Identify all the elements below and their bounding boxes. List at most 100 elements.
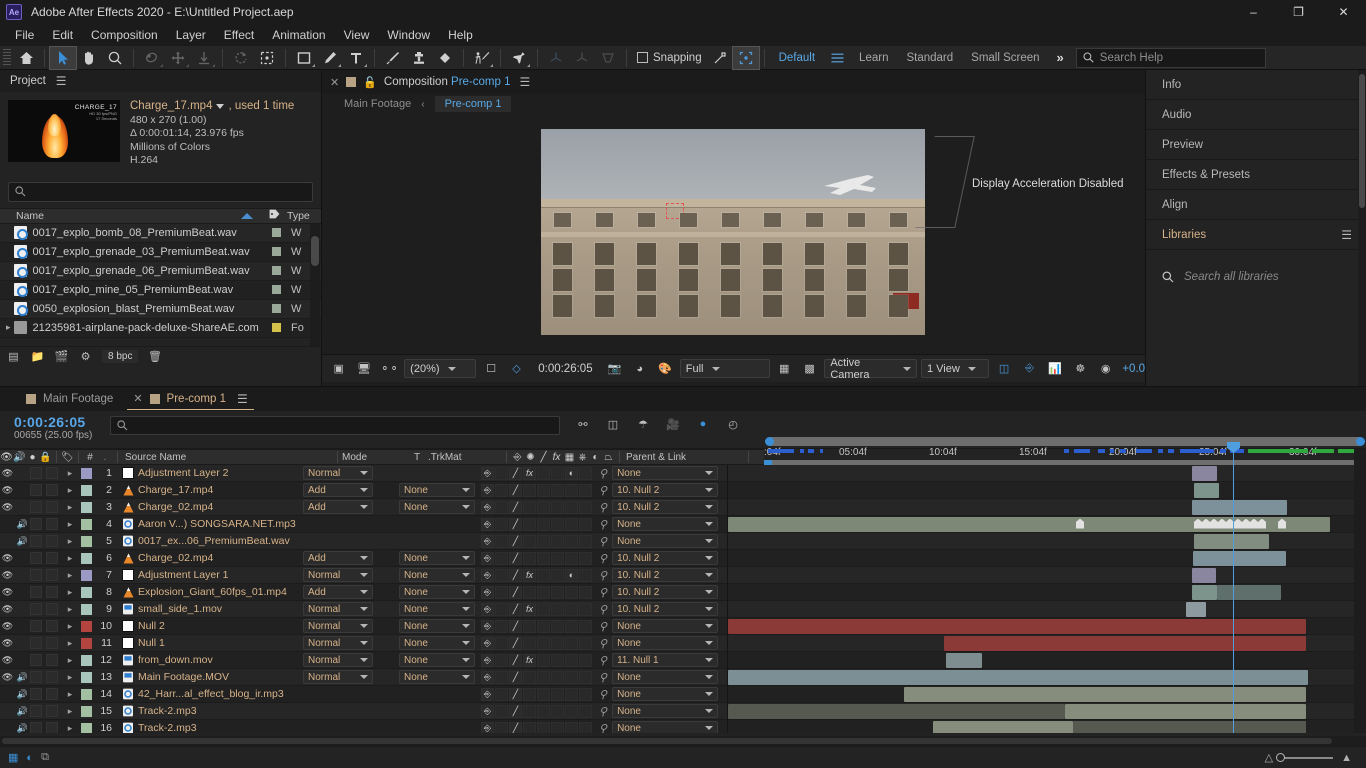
lock-toggle[interactable] xyxy=(46,482,62,499)
three-d-switch[interactable] xyxy=(579,636,592,650)
blend-mode-select[interactable]: Normal xyxy=(303,619,373,633)
lock-toggle[interactable] xyxy=(46,516,62,533)
zoom-handle-right[interactable] xyxy=(1356,437,1365,446)
project-list-item[interactable]: ▸0017_explo_grenade_03_PremiumBeat.wavW xyxy=(0,242,321,262)
video-toggle[interactable] xyxy=(0,533,15,550)
adjustment-layer-switch[interactable] xyxy=(565,653,578,667)
hide-shy-layers-icon[interactable]: ☂ xyxy=(635,416,651,432)
parent-select[interactable]: None xyxy=(612,534,719,548)
main-viewer-icon[interactable]: 🖥 xyxy=(353,359,374,379)
audio-toggle[interactable]: 🔊 xyxy=(15,516,30,533)
interpret-footage-icon[interactable]: ▤ xyxy=(6,350,21,363)
menu-file[interactable]: File xyxy=(6,26,43,44)
sort-ascending-icon[interactable] xyxy=(241,212,253,219)
workspace-small-screen[interactable]: Small Screen xyxy=(962,52,1048,64)
project-settings-icon[interactable]: ⚙ xyxy=(78,350,93,363)
timeline-vertical-scrollbar[interactable] xyxy=(1354,449,1366,733)
shy-switch[interactable]: ⎆ xyxy=(481,687,494,701)
type-tool[interactable] xyxy=(343,47,369,69)
video-toggle[interactable] xyxy=(0,703,15,720)
timeline-layer-row[interactable]: 🔊 ▸ 16 Track-2.mp3 ⎆ ╱ ⚲ None xyxy=(0,719,1366,734)
orbit-camera-icon[interactable] xyxy=(139,47,165,69)
layer-duration-bar[interactable] xyxy=(946,652,982,668)
solo-toggle[interactable] xyxy=(30,720,46,733)
layer-label-swatch[interactable] xyxy=(78,550,94,567)
parent-select[interactable]: None xyxy=(612,466,719,480)
effects-switch[interactable]: fx xyxy=(523,653,536,667)
quality-switch[interactable]: ╱ xyxy=(509,653,522,667)
frame-blend-switch[interactable] xyxy=(537,619,550,633)
layer-label-swatch[interactable] xyxy=(78,567,94,584)
parent-pick-whip-icon[interactable]: ⚲ xyxy=(599,518,607,531)
parent-select[interactable]: None xyxy=(612,619,719,633)
solo-toggle[interactable] xyxy=(30,465,46,482)
track-matte-select[interactable]: None xyxy=(399,670,475,684)
timeline-graph-icon[interactable]: 📊 xyxy=(1044,359,1065,379)
draft-3d-icon[interactable]: ◫ xyxy=(605,416,621,432)
parent-pick-whip-icon[interactable]: ⚲ xyxy=(599,501,607,514)
frame-blend-switch[interactable] xyxy=(537,670,550,684)
adjustment-layer-switch[interactable] xyxy=(565,500,578,514)
chevron-down-icon[interactable] xyxy=(216,104,225,110)
selection-tool[interactable] xyxy=(49,45,77,70)
composition-menu-icon[interactable]: ☰ xyxy=(519,75,530,89)
blend-mode-select[interactable]: Add xyxy=(303,551,373,565)
effects-switch[interactable]: fx xyxy=(523,466,536,480)
motion-blur-switch[interactable] xyxy=(551,704,564,718)
layer-label-swatch[interactable] xyxy=(78,618,94,635)
adjustment-layer-switch[interactable] xyxy=(565,721,578,733)
track-matte-select[interactable]: None xyxy=(399,551,475,565)
layer-duration-bar[interactable] xyxy=(1186,601,1206,617)
layer-duration-bar[interactable] xyxy=(1073,720,1306,733)
panel-audio[interactable]: Audio xyxy=(1146,100,1366,130)
axis-mode-world-icon[interactable] xyxy=(569,47,595,69)
blend-mode-select[interactable]: Normal xyxy=(303,602,373,616)
layer-label-swatch[interactable] xyxy=(78,499,94,516)
adjustment-layer-switch[interactable] xyxy=(565,619,578,633)
layer-duration-bar[interactable] xyxy=(933,720,1073,733)
audio-toggle[interactable] xyxy=(15,499,30,516)
frame-blend-switch[interactable] xyxy=(537,585,550,599)
effects-switch[interactable] xyxy=(523,670,536,684)
layer-source-name[interactable]: Track-2.mp3 xyxy=(138,703,303,720)
parent-pick-whip-icon[interactable]: ⚲ xyxy=(599,722,607,734)
video-toggle[interactable]: 👁 xyxy=(0,550,15,567)
panel-info[interactable]: Info xyxy=(1146,70,1366,100)
shy-switch[interactable]: ⎆ xyxy=(481,636,494,650)
libraries-menu-icon[interactable]: ☰ xyxy=(1341,228,1352,242)
timeline-layer-row[interactable]: 🔊 ▸ 4 Aaron V...) SONGSARA.NET.mp3 ⎆ ╱ ⚲ None xyxy=(0,515,1366,533)
layer-track[interactable] xyxy=(727,515,1366,533)
home-icon[interactable] xyxy=(13,47,39,69)
layer-duration-bar[interactable] xyxy=(728,703,1065,719)
video-toggle[interactable]: 👁 xyxy=(0,635,15,652)
solo-toggle[interactable] xyxy=(30,584,46,601)
close-icon[interactable]: ✕ xyxy=(133,392,142,405)
audio-toggle[interactable]: 🔊 xyxy=(15,686,30,703)
timeline-layer-row[interactable]: 🔊 ▸ 14 42_Harr...al_effect_blog_ir.mp3 ⎆ ╱ ⚲ No… xyxy=(0,685,1366,703)
solo-toggle[interactable] xyxy=(30,516,46,533)
lock-toggle[interactable] xyxy=(46,652,62,669)
collapse-switch[interactable] xyxy=(495,517,508,531)
track-matte-select[interactable]: None xyxy=(399,619,475,633)
layer-duration-bar[interactable] xyxy=(728,669,1308,685)
adjustment-layer-switch[interactable] xyxy=(565,534,578,548)
label-color-swatch[interactable] xyxy=(272,247,281,256)
frame-blend-switch[interactable] xyxy=(537,568,550,582)
audio-toggle[interactable] xyxy=(15,618,30,635)
layer-track[interactable] xyxy=(727,498,1366,516)
breadcrumb-parent[interactable]: Main Footage xyxy=(344,98,411,110)
layer-source-name[interactable]: Explosion_Giant_60fps_01.mp4 xyxy=(138,584,303,601)
effects-switch[interactable]: fx xyxy=(523,568,536,582)
lock-toggle[interactable] xyxy=(46,499,62,516)
effects-switch[interactable]: fx xyxy=(523,602,536,616)
layer-source-name[interactable]: Aaron V...) SONGSARA.NET.mp3 xyxy=(138,516,303,533)
disclosure-triangle-icon[interactable]: ▸ xyxy=(62,499,78,516)
disclosure-triangle-icon[interactable]: ▸ xyxy=(62,652,78,669)
collapse-switch[interactable] xyxy=(495,670,508,684)
blend-mode-select[interactable]: Normal xyxy=(303,466,373,480)
audio-toggle[interactable] xyxy=(15,584,30,601)
pan-camera-icon[interactable] xyxy=(165,47,191,69)
layer-duration-bar[interactable] xyxy=(944,635,1306,651)
parent-select[interactable]: None xyxy=(612,670,719,684)
shy-switch[interactable]: ⎆ xyxy=(481,568,494,582)
